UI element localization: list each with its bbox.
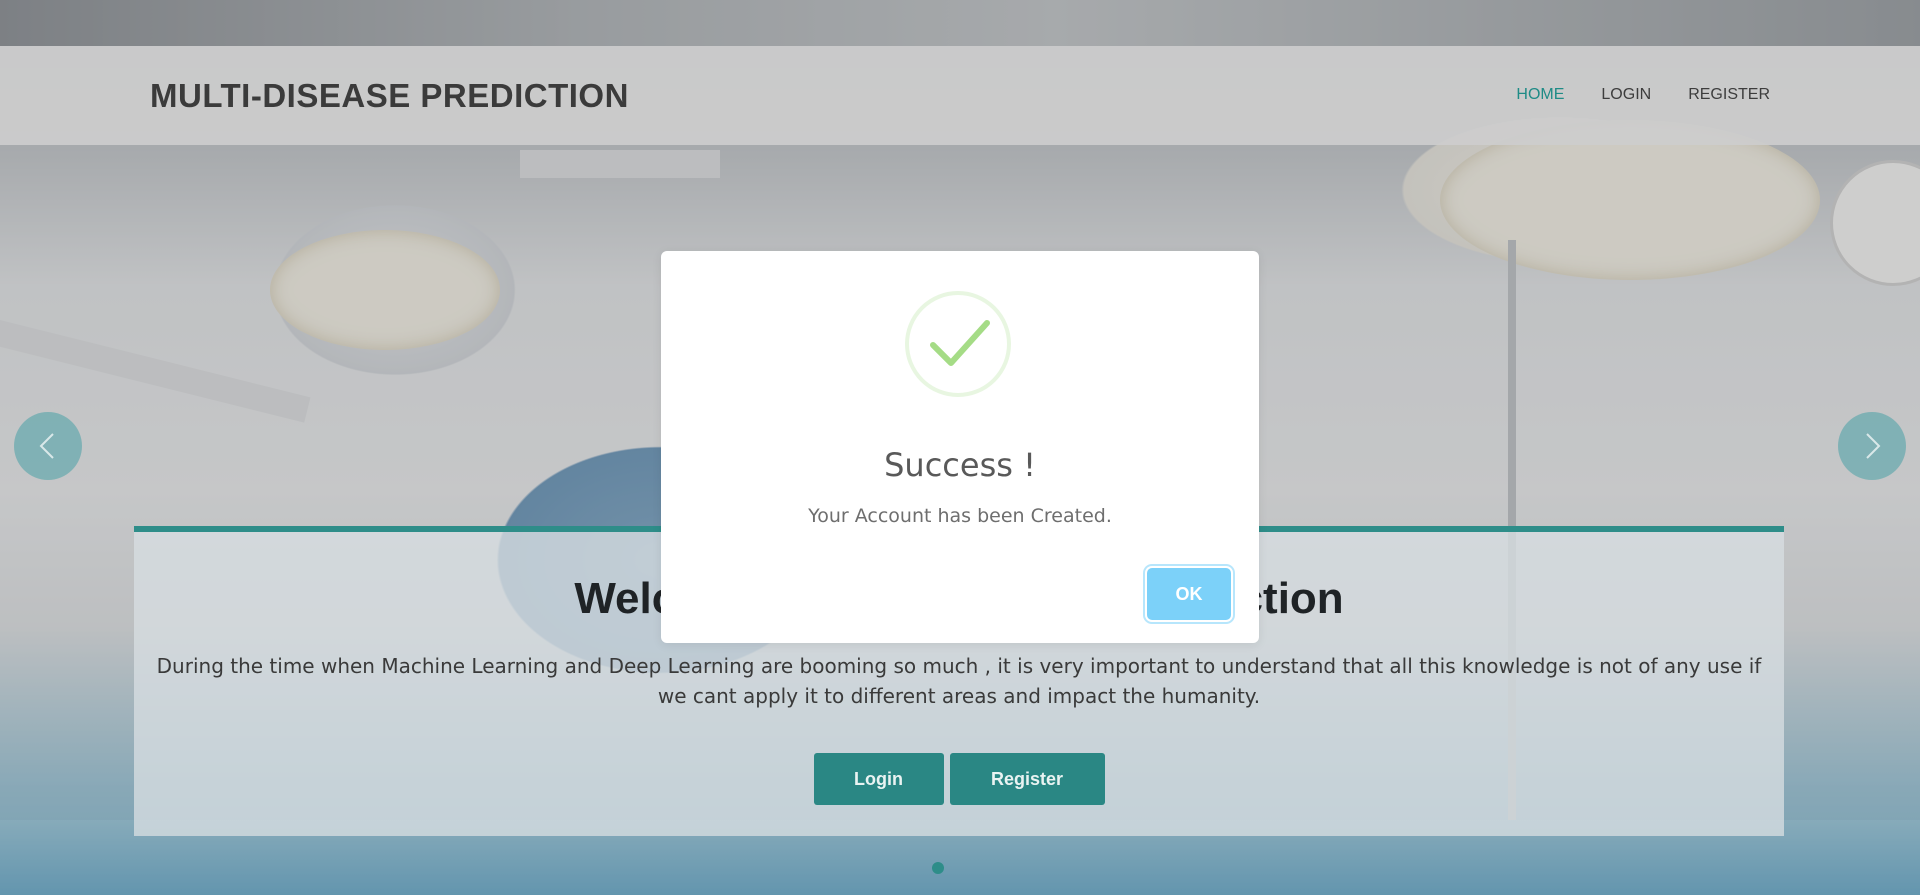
hero-actions: Login Register <box>134 753 1784 805</box>
carousel-indicator[interactable] <box>932 862 944 874</box>
dialog-title: Success ! <box>884 446 1036 484</box>
carousel-next-button[interactable] <box>1838 412 1906 480</box>
success-check-icon <box>905 291 1011 397</box>
hero-login-button[interactable]: Login <box>813 753 944 805</box>
main-nav: HOME LOGIN REGISTER <box>1516 86 1770 104</box>
chevron-right-icon <box>1866 433 1881 459</box>
success-dialog: Success ! Your Account has been Created.… <box>661 251 1259 643</box>
hero-description: During the time when Machine Learning an… <box>156 654 1762 708</box>
chevron-left-icon <box>39 433 54 459</box>
site-logo-title[interactable]: MULTI-DISEASE PREDICTION <box>150 77 629 115</box>
ok-button[interactable]: OK <box>1147 568 1231 620</box>
nav-login-link[interactable]: LOGIN <box>1601 86 1651 104</box>
carousel-prev-button[interactable] <box>14 412 82 480</box>
dialog-message: Your Account has been Created. <box>808 505 1112 527</box>
nav-register-link[interactable]: REGISTER <box>1688 86 1770 104</box>
nav-home-link[interactable]: HOME <box>1516 86 1564 104</box>
hero-register-button[interactable]: Register <box>949 753 1105 805</box>
site-header: MULTI-DISEASE PREDICTION HOME LOGIN REGI… <box>0 46 1920 145</box>
